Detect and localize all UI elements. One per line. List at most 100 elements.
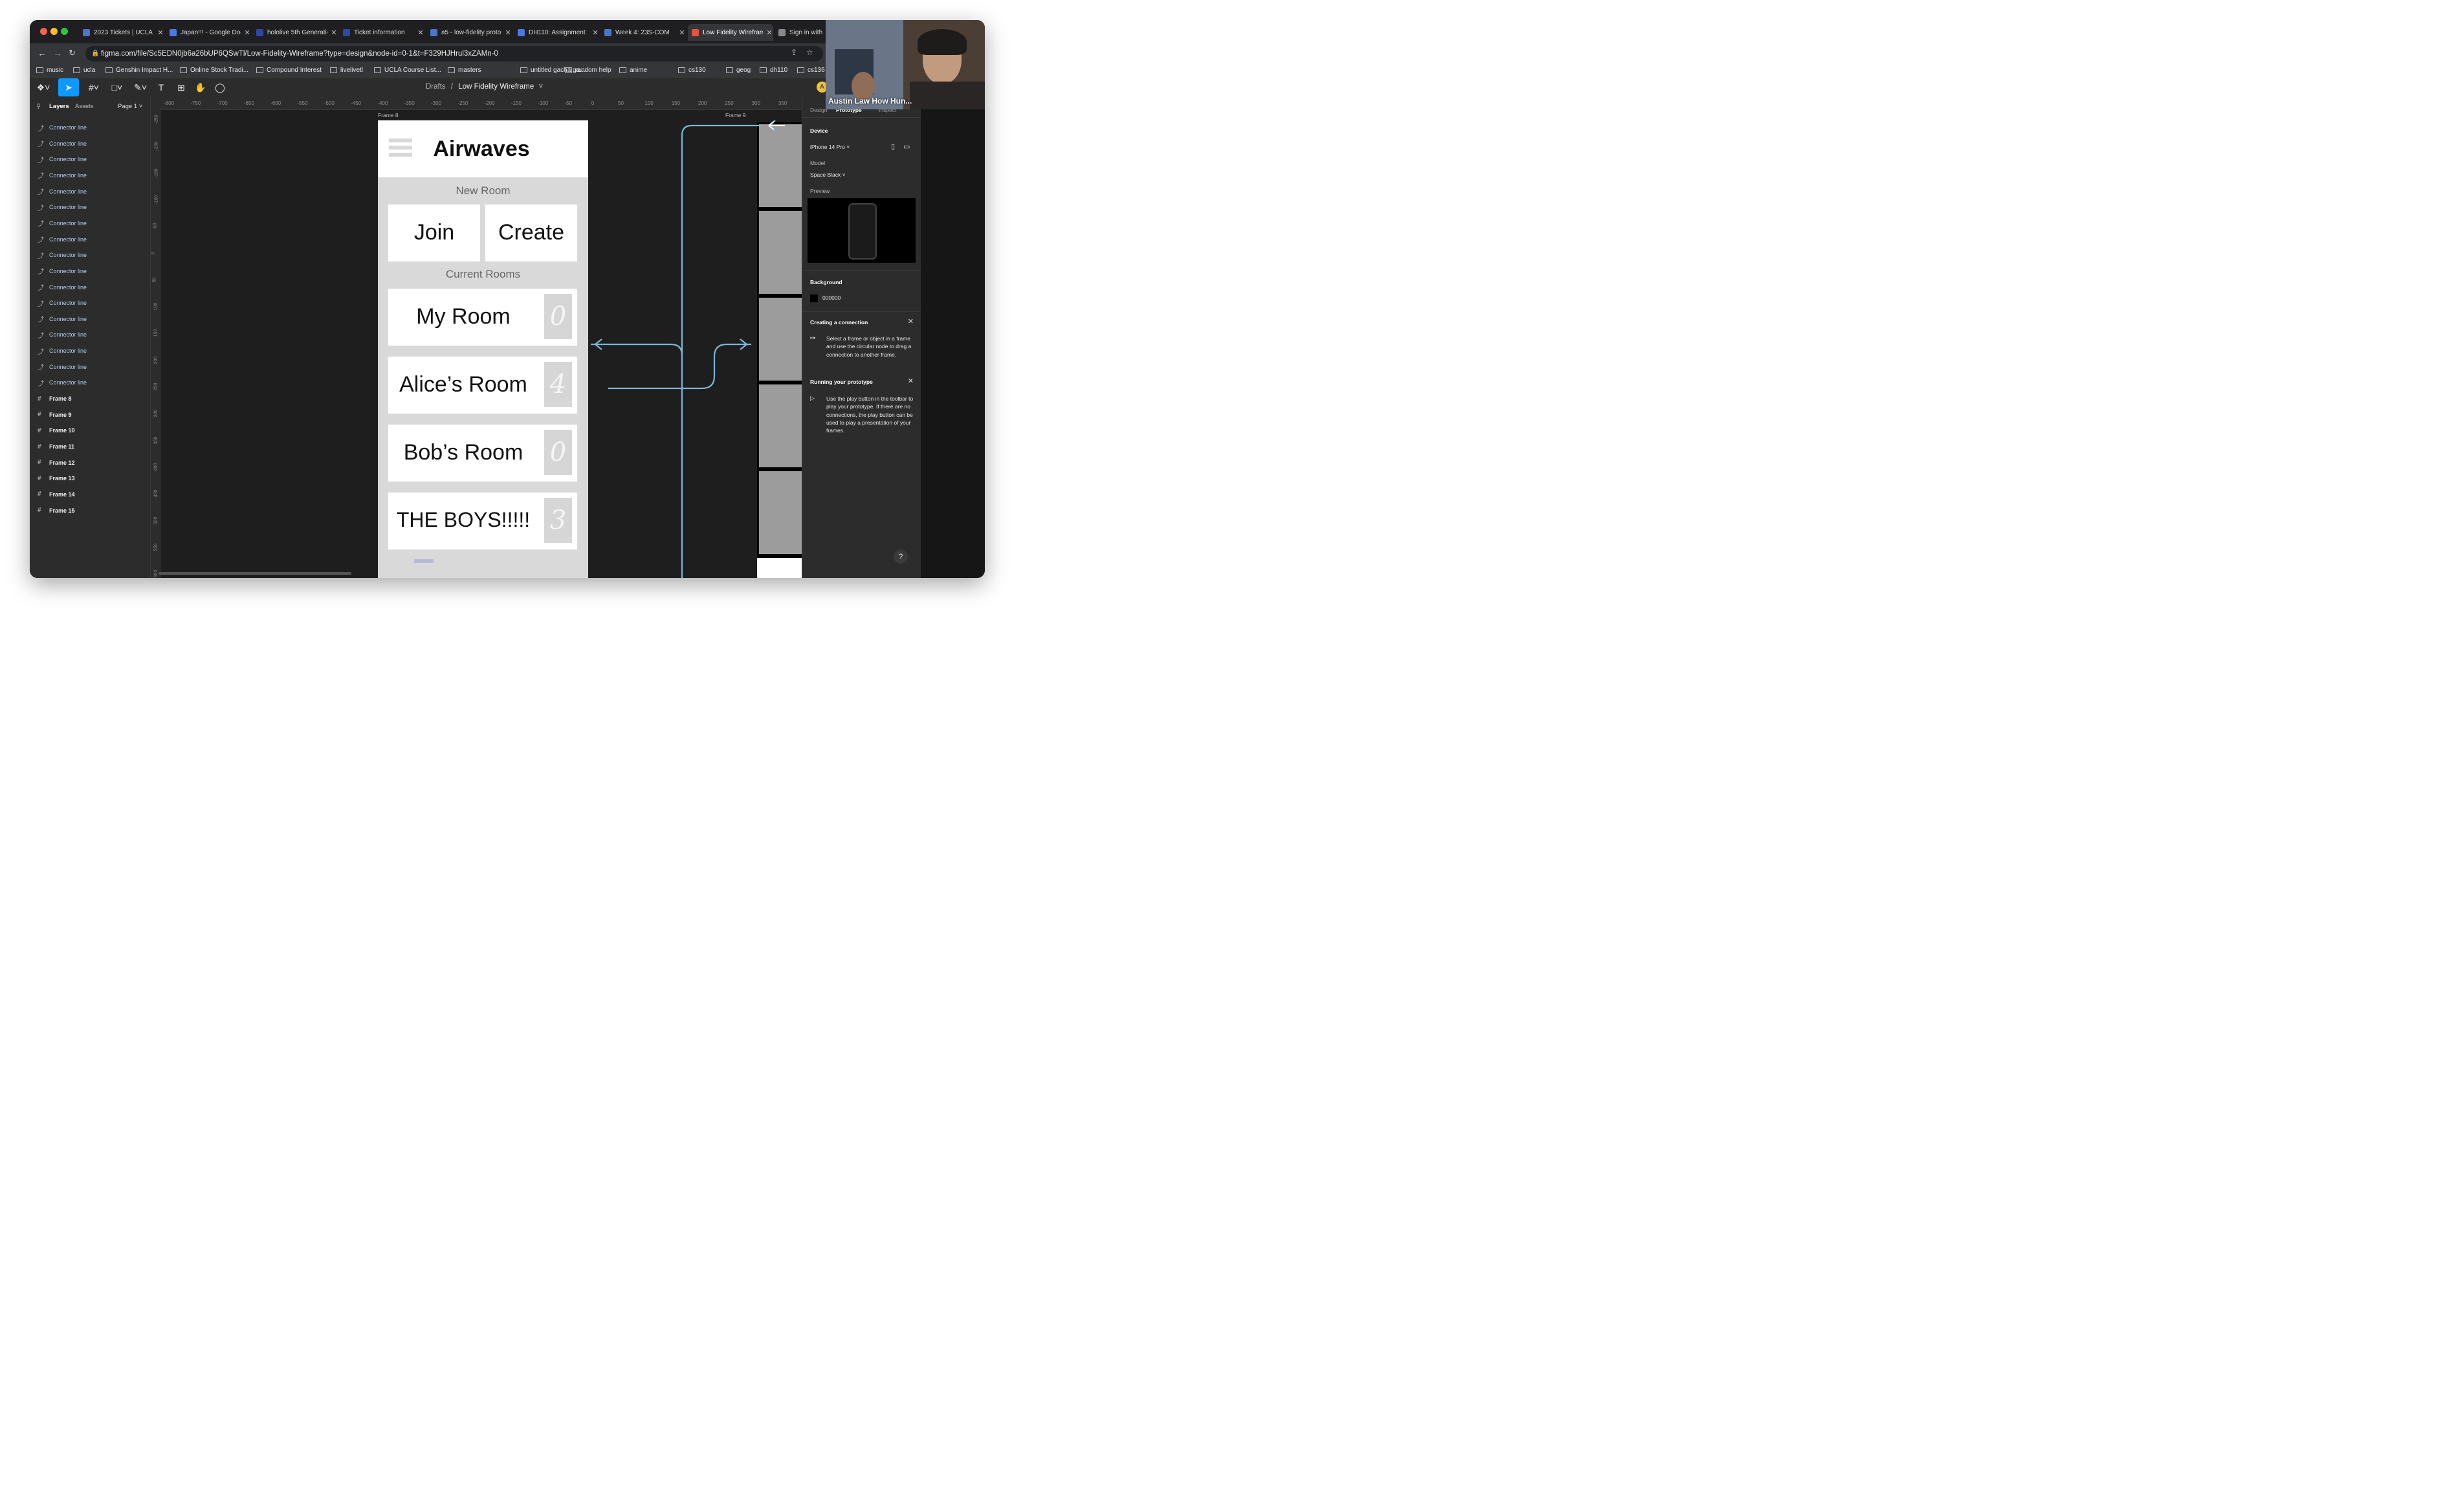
comment-tool-icon[interactable]: ◯ [212, 81, 228, 94]
layer-connector-line[interactable]: ⤴ Connector line [38, 233, 87, 246]
help-button[interactable]: ? [894, 550, 908, 564]
tab-4[interactable]: Ticket information ✕ [339, 24, 424, 41]
model-select[interactable]: Space Black ˅ [810, 172, 846, 178]
tab-design[interactable]: Design [810, 107, 827, 113]
background-swatch[interactable] [810, 294, 818, 302]
tab-7[interactable]: Week 4: 23S-COM ✕ [600, 24, 686, 41]
connector-line[interactable] [681, 124, 762, 578]
layer-frame[interactable]: # Frame 12 [38, 456, 75, 469]
layer-connector-line[interactable]: ⤴ Connector line [38, 249, 87, 261]
figma-menu-icon[interactable]: ❖˅ [35, 81, 52, 94]
back-icon[interactable]: ← [38, 48, 47, 58]
layer-frame[interactable]: # Frame 8 [38, 392, 72, 405]
layer-connector-line[interactable]: ⤴ Connector line [38, 296, 87, 309]
tab-layers[interactable]: Layers [49, 103, 69, 110]
layer-connector-line[interactable]: ⤴ Connector line [38, 201, 87, 214]
layer-connector-line[interactable]: ⤴ Connector line [38, 313, 87, 326]
bookmark-item[interactable]: geog [726, 67, 751, 74]
close-tab-icon[interactable]: ✕ [678, 28, 686, 37]
tab-5[interactable]: a5 - low-fidelity prototype✕ [426, 24, 512, 41]
close-tab-icon[interactable]: ✕ [504, 28, 512, 37]
layer-connector-line[interactable]: ⤴ Connector line [38, 153, 87, 166]
file-name[interactable]: Low Fidelity Wireframe [458, 83, 534, 91]
bookmark-item[interactable]: music [36, 67, 63, 74]
layer-connector-line[interactable]: ⤴ Connector line [38, 137, 87, 150]
layer-frame[interactable]: # Frame 13 [38, 472, 75, 485]
breadcrumb-drafts[interactable]: Drafts [426, 83, 446, 91]
favicon-icon [256, 28, 263, 36]
background-hex-field[interactable]: 000000 [822, 294, 841, 301]
bookmark-item[interactable]: random help [565, 67, 611, 74]
frame-tool-icon[interactable]: #˅ [85, 81, 102, 94]
close-tab-icon[interactable]: ✕ [591, 28, 599, 37]
bookmark-item[interactable]: masters [448, 67, 481, 74]
bookmark-item[interactable]: cs130 [678, 67, 706, 74]
bookmark-item[interactable]: UCLA Course List... [374, 67, 441, 74]
layer-connector-line[interactable]: ⤴ Connector line [38, 121, 87, 134]
close-tab-icon[interactable]: ✕ [243, 28, 251, 37]
bookmark-item[interactable]: Compound Interest [256, 67, 322, 74]
bookmark-item[interactable]: dh110 [760, 67, 787, 74]
move-tool-icon[interactable]: ➤ [58, 78, 79, 96]
shape-tool-icon[interactable]: □˅ [109, 81, 126, 94]
horizontal-scrollbar[interactable] [159, 572, 351, 575]
bookmark-item[interactable]: Online Stock Tradi... [180, 67, 248, 74]
layer-connector-line[interactable]: ⤴ Connector line [38, 361, 87, 373]
layer-connector-line[interactable]: ⤴ Connector line [38, 344, 87, 357]
layer-frame[interactable]: # Frame 11 [38, 440, 74, 453]
layer-connector-line[interactable]: ⤴ Connector line [38, 169, 87, 182]
chevron-down-icon[interactable]: ˅ [538, 83, 543, 91]
zoom-window-button[interactable] [61, 28, 68, 35]
layer-connector-line[interactable]: ⤴ Connector line [38, 281, 87, 294]
tab-title: 2023 Tickets | UCLA [94, 28, 153, 36]
close-window-button[interactable] [40, 28, 47, 35]
reload-icon[interactable]: ↻ [69, 48, 76, 58]
forward-icon[interactable]: → [53, 48, 62, 58]
close-tab-icon[interactable]: ✕ [417, 28, 424, 37]
play-icon: ▷ [810, 395, 815, 401]
connector-line[interactable] [608, 343, 751, 390]
tab-8[interactable]: Low Fidelity Wireframe ✕ [688, 24, 773, 41]
close-icon[interactable]: ✕ [908, 377, 914, 385]
bookmark-star-icon[interactable]: ☆ [806, 48, 813, 57]
resources-tool-icon[interactable]: ⊞ [173, 81, 190, 94]
tab-2[interactable]: Japan!!! - Google Docs ✕ [166, 24, 251, 41]
bookmark-item[interactable]: livelivetl [330, 67, 363, 74]
close-tab-icon[interactable]: ✕ [765, 28, 773, 37]
share-icon[interactable]: ⇪ [791, 48, 797, 57]
pen-tool-icon[interactable]: ✎˅ [132, 81, 149, 94]
search-icon[interactable]: ⚲ [36, 103, 41, 110]
text-tool-icon[interactable]: T [153, 81, 170, 94]
hand-tool-icon[interactable]: ✋ [192, 81, 209, 94]
layer-connector-line[interactable]: ⤴ Connector line [38, 376, 87, 389]
bookmark-item[interactable]: Genshin Impact H... [105, 67, 173, 74]
tab-assets[interactable]: Assets [75, 103, 94, 110]
webcam-shirt [910, 82, 985, 109]
bookmark-item[interactable]: anime [619, 67, 647, 74]
url-field[interactable]: 🔒 figma.com/file/Sc5EDN0jb6a26bUP6QSwTl/… [85, 46, 823, 61]
landscape-icon[interactable]: ▭ [903, 142, 910, 151]
connector-line[interactable] [591, 343, 683, 356]
device-select[interactable]: iPhone 14 Pro ˅ [810, 144, 850, 150]
layer-connector-line[interactable]: ⤴ Connector line [38, 217, 87, 230]
bookmark-item[interactable]: ucla [73, 67, 95, 74]
layer-frame[interactable]: # Frame 15 [38, 504, 75, 517]
close-tab-icon[interactable]: ✕ [157, 28, 164, 37]
layer-frame[interactable]: # Frame 14 [38, 488, 75, 501]
bookmark-label: cs136 [808, 67, 825, 74]
tab-6[interactable]: DH110: Assignment ✕ [514, 24, 599, 41]
close-tab-icon[interactable]: ✕ [330, 28, 338, 37]
minimize-window-button[interactable] [50, 28, 58, 35]
portrait-icon[interactable]: ▯ [891, 142, 895, 151]
bookmark-item[interactable]: cs136 [797, 67, 825, 74]
layer-connector-line[interactable]: ⤴ Connector line [38, 185, 87, 198]
layer-connector-line[interactable]: ⤴ Connector line [38, 265, 87, 278]
design-canvas[interactable]: -800 -750 -700 -650 -600 -550 -500 -450 -400 -350… [151, 96, 802, 578]
layer-frame[interactable]: # Frame 10 [38, 424, 75, 437]
tab-3[interactable]: hololive 5th Generation ✕ [252, 24, 338, 41]
layer-connector-line[interactable]: ⤴ Connector line [38, 328, 87, 341]
layer-frame[interactable]: # Frame 9 [38, 408, 72, 421]
page-select[interactable]: Page 1 ˅ [118, 103, 142, 110]
tab-1[interactable]: 2023 Tickets | UCLA ✕ [79, 24, 164, 41]
close-icon[interactable]: ✕ [908, 317, 914, 326]
